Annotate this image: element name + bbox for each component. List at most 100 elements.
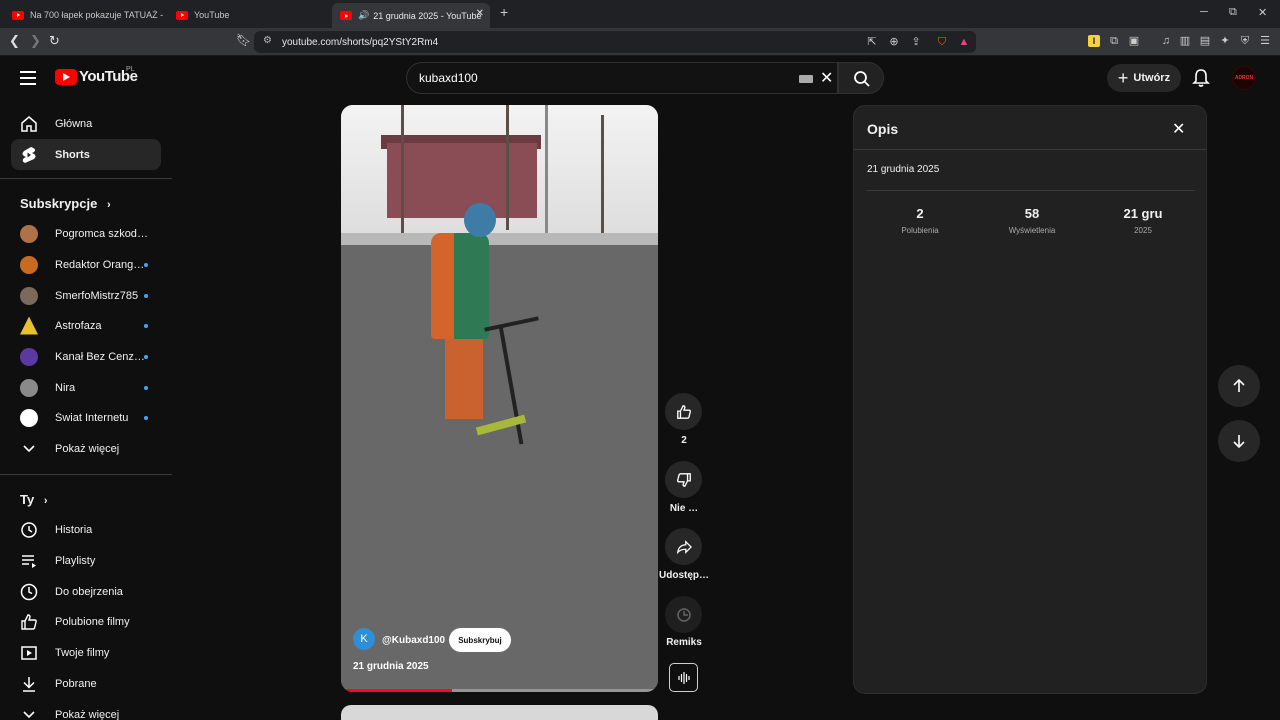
sidebar-item-downloads[interactable]: Pobrane bbox=[11, 668, 161, 699]
divider bbox=[854, 149, 1206, 150]
account-avatar[interactable]: ADRON bbox=[1232, 66, 1256, 90]
clear-search-icon[interactable]: ✕ bbox=[820, 68, 833, 88]
menu-icon[interactable]: ☰ bbox=[1259, 35, 1271, 47]
youtube-logo-icon bbox=[55, 68, 77, 85]
window-minimize-button[interactable]: ─ bbox=[1200, 6, 1208, 18]
zoom-icon[interactable]: ⊕ bbox=[888, 36, 900, 48]
sidebar-item-label: Kanał Bez Cenzu… bbox=[55, 350, 149, 363]
wallet-icon[interactable]: ▤ bbox=[1199, 35, 1211, 47]
shorts-video-player[interactable]: K @Kubaxd100 Subskrybuj 21 grudnia 2025 bbox=[341, 105, 658, 692]
back-icon[interactable]: ❮ bbox=[9, 33, 20, 49]
sidebar-item-subscription[interactable]: Pogromca szkodni… bbox=[11, 218, 161, 249]
subscriptions-header[interactable]: Subskrypcje › bbox=[20, 196, 111, 211]
hamburger-menu-icon[interactable] bbox=[20, 71, 36, 89]
url-field[interactable]: ⚙ youtube.com/shorts/pq2YStY2Rm4 ⇱ ⊕ ⇪ ⛉… bbox=[254, 31, 976, 53]
previous-short-button[interactable] bbox=[1218, 365, 1260, 407]
browser-address-bar: ❮ ❯ ↻ 🔖︎ ⚙ youtube.com/shorts/pq2YStY2Rm… bbox=[0, 28, 1280, 56]
notifications-bell-icon[interactable] bbox=[1192, 68, 1210, 88]
next-short-preview[interactable] bbox=[341, 705, 658, 720]
browser-tab-3-active[interactable]: 🔊 21 grudnia 2025 - YouTube ✕ bbox=[332, 3, 490, 28]
forward-icon[interactable]: ❯ bbox=[30, 33, 41, 49]
extension-1-icon[interactable]: I bbox=[1088, 35, 1100, 47]
browser-tab-2[interactable]: YouTube bbox=[168, 4, 328, 26]
dislike-button[interactable] bbox=[665, 461, 702, 498]
sidebar-item-subscription[interactable]: Świat Internetu bbox=[11, 402, 161, 433]
sidebar: Główna Shorts Subskrypcje › Pogromca szk… bbox=[0, 100, 172, 720]
watch-later-icon bbox=[20, 583, 38, 601]
leo-ai-icon[interactable]: ✦ bbox=[1219, 35, 1231, 47]
sidebar-show-more[interactable]: Pokaż więcej bbox=[11, 433, 161, 464]
vpn-icon[interactable]: ⛨ bbox=[1239, 35, 1251, 47]
browser-tab-bar: Na 700 łapek pokazuje TATUAŻ - You YouTu… bbox=[0, 0, 1280, 28]
stat-label: 2025 bbox=[1134, 226, 1152, 235]
share-page-icon[interactable]: ⇪ bbox=[910, 36, 922, 48]
extensions-puzzle-icon[interactable]: ⧉ bbox=[1108, 35, 1120, 47]
sidebar-item-watch-later[interactable]: Do obejrzenia bbox=[11, 576, 161, 607]
extension-2-icon[interactable]: ▣ bbox=[1128, 35, 1140, 47]
chevron-right-icon: › bbox=[106, 199, 111, 211]
new-tab-button[interactable]: + bbox=[500, 4, 508, 20]
sidebar-item-liked-videos[interactable]: Polubione filmy bbox=[11, 606, 161, 637]
description-panel: Opis ✕ 21 grudnia 2025 2 Polubienia 58 W… bbox=[853, 105, 1207, 694]
like-button[interactable] bbox=[665, 393, 702, 430]
sidebar-item-subscription[interactable]: SmerfoMistrz785 bbox=[11, 280, 161, 311]
playlist-icon bbox=[20, 552, 38, 570]
share-button[interactable] bbox=[665, 528, 702, 565]
stat-label: Wyświetlenia bbox=[1008, 226, 1056, 235]
bookmark-icon[interactable]: 🔖︎ bbox=[236, 33, 251, 47]
video-frame-house bbox=[387, 143, 537, 218]
reload-icon[interactable]: ↻ bbox=[49, 33, 60, 49]
sidebar-item-playlists[interactable]: Playlisty bbox=[11, 545, 161, 576]
subscribe-label: Subskrybuj bbox=[458, 635, 502, 645]
new-content-dot bbox=[144, 416, 148, 420]
browser-tab-1[interactable]: Na 700 łapek pokazuje TATUAŻ - You bbox=[4, 4, 164, 26]
sidebar-item-label: Twoje filmy bbox=[55, 646, 110, 659]
sidebar-show-more-you[interactable]: Pokaż więcej bbox=[11, 699, 161, 720]
stat-likes: 2 Polubienia bbox=[865, 206, 975, 235]
window-close-button[interactable]: ✕ bbox=[1258, 6, 1267, 19]
brave-shield-icon[interactable]: ⛉ bbox=[936, 36, 948, 48]
sound-button[interactable] bbox=[669, 663, 698, 692]
close-icon[interactable]: ✕ bbox=[1172, 119, 1185, 139]
divider bbox=[0, 474, 172, 475]
window-maximize-button[interactable]: ⧉ bbox=[1229, 6, 1237, 19]
share-label: Udostęp… bbox=[659, 570, 709, 581]
remix-button[interactable] bbox=[665, 596, 702, 633]
subscriptions-header-label: Subskrypcje bbox=[20, 196, 98, 211]
url-text: youtube.com/shorts/pq2YStY2Rm4 bbox=[282, 36, 439, 48]
video-frame-curb bbox=[341, 233, 658, 245]
sidebar-toggle-icon[interactable]: ▥ bbox=[1179, 35, 1191, 47]
avatar bbox=[20, 347, 38, 366]
search-input[interactable]: kubaxd100 ✕ bbox=[406, 62, 838, 94]
sidebar-item-label: Pobrane bbox=[55, 677, 97, 690]
subscribe-button[interactable]: Subskrybuj bbox=[449, 628, 511, 652]
channel-name[interactable]: @Kubaxd100 bbox=[382, 635, 445, 646]
sidebar-item-subscription[interactable]: Redaktor Orangu… bbox=[11, 249, 161, 280]
open-in-app-icon[interactable]: ⇱ bbox=[866, 36, 878, 48]
media-icon[interactable]: ♫ bbox=[1160, 35, 1172, 47]
sidebar-item-home[interactable]: Główna bbox=[11, 108, 161, 139]
stat-value: 2 bbox=[916, 206, 924, 221]
sidebar-item-subscription[interactable]: Nira bbox=[11, 372, 161, 403]
sidebar-item-shorts[interactable]: Shorts bbox=[11, 139, 161, 170]
search-button[interactable] bbox=[838, 62, 884, 94]
create-button[interactable]: + Utwórz bbox=[1107, 64, 1181, 92]
share-icon bbox=[676, 539, 692, 554]
you-header[interactable]: Ty › bbox=[20, 492, 48, 507]
sidebar-item-your-videos[interactable]: Twoje filmy bbox=[11, 637, 161, 668]
sidebar-item-subscription[interactable]: Kanał Bez Cenzu… bbox=[11, 341, 161, 372]
brave-rewards-icon[interactable]: ▲ bbox=[958, 36, 970, 48]
tab-close-icon[interactable]: ✕ bbox=[476, 8, 484, 19]
keyboard-icon[interactable] bbox=[799, 75, 813, 83]
video-frame-person-legs bbox=[445, 335, 483, 419]
sidebar-item-label: Główna bbox=[55, 117, 93, 130]
video-progress-bar[interactable] bbox=[341, 689, 658, 692]
chevron-down-icon bbox=[20, 706, 38, 720]
site-info-icon[interactable]: ⚙ bbox=[263, 35, 272, 46]
next-short-button[interactable] bbox=[1218, 420, 1260, 462]
sidebar-item-history[interactable]: Historia bbox=[11, 514, 161, 545]
channel-avatar[interactable]: K bbox=[353, 628, 375, 650]
channel-initial: K bbox=[360, 633, 368, 645]
remix-label: Remiks bbox=[666, 637, 702, 648]
sidebar-item-subscription[interactable]: Astrofaza bbox=[11, 310, 161, 341]
